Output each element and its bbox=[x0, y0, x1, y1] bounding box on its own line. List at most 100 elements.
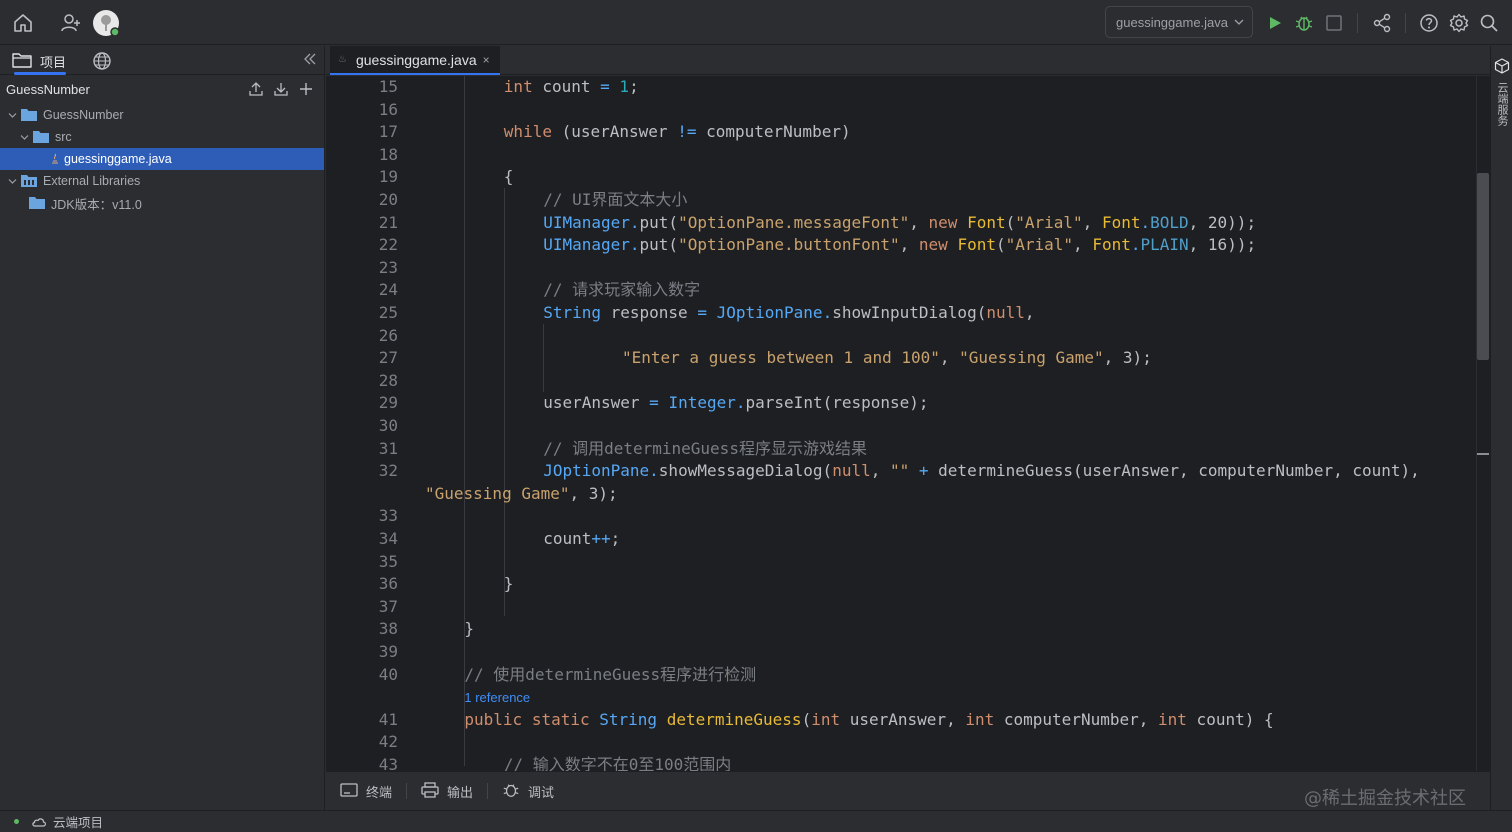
share-icon[interactable] bbox=[1368, 9, 1396, 37]
code-line: UIManager.put("OptionPane.buttonFont", n… bbox=[543, 234, 1256, 257]
scrollbar-thumb[interactable] bbox=[1477, 173, 1489, 360]
code-line: UIManager.put("OptionPane.messageFont", … bbox=[543, 212, 1256, 235]
run-icon[interactable] bbox=[1261, 9, 1289, 37]
run-config-select[interactable]: guessinggame.java bbox=[1105, 6, 1253, 38]
line-number: 35 bbox=[378, 551, 398, 571]
cloud-service-tab[interactable]: 云端服务 bbox=[1496, 82, 1510, 126]
code-token: , bbox=[899, 235, 919, 255]
code-token: new bbox=[928, 212, 958, 232]
code-editor[interactable]: 15 16 17 18 19 20 21 22 23 24 25 26 27 28 29 30 31 32 33 34… bbox=[326, 76, 1476, 771]
code-token: ++ bbox=[591, 529, 611, 548]
code-token: != bbox=[677, 122, 697, 142]
avatar[interactable] bbox=[92, 9, 120, 37]
code-token: "OptionPane.messageFont" bbox=[678, 212, 910, 232]
code-token: int bbox=[503, 77, 533, 96]
java-file-icon bbox=[50, 153, 60, 165]
debug-tab[interactable]: 调试 bbox=[502, 781, 568, 802]
line-number: 23 bbox=[378, 257, 398, 277]
code-line: public static String determineGuess(int … bbox=[464, 709, 1273, 732]
line-number: 31 bbox=[378, 438, 398, 458]
close-icon[interactable]: × bbox=[483, 53, 490, 67]
code-token: JOptionPane bbox=[543, 461, 650, 481]
folder-icon bbox=[12, 51, 32, 72]
tab-project[interactable]: 项目 bbox=[12, 50, 66, 72]
code-line: JOptionPane.showMessageDialog(null, "" +… bbox=[543, 460, 1420, 483]
code-token: // 输入数字不在0至100范围内 bbox=[503, 755, 732, 771]
help-icon[interactable] bbox=[1415, 9, 1443, 37]
code-token: int bbox=[965, 709, 995, 729]
debug-icon[interactable] bbox=[1290, 9, 1318, 37]
code-token: { bbox=[503, 167, 514, 187]
line-number: 34 bbox=[378, 529, 398, 548]
globe-icon[interactable] bbox=[92, 51, 112, 76]
code-token: , bbox=[1082, 212, 1102, 232]
code-token: Font bbox=[1101, 212, 1141, 232]
collapse-panel-icon[interactable] bbox=[302, 51, 318, 72]
divider bbox=[487, 783, 489, 799]
editor-tab-label: guessinggame.java bbox=[355, 51, 477, 68]
line-number: 33 bbox=[378, 506, 398, 526]
code-token: "" bbox=[889, 461, 910, 481]
code-area[interactable]: int count = 1; while (userAnswer != compu… bbox=[424, 76, 1476, 771]
add-icon[interactable] bbox=[298, 81, 314, 100]
code-line: { bbox=[504, 166, 514, 189]
code-token: "Arial" bbox=[1015, 212, 1083, 232]
code-token: int bbox=[811, 709, 841, 729]
project-actions bbox=[248, 81, 314, 100]
home-icon[interactable] bbox=[9, 9, 37, 37]
cloud-project-label[interactable]: 云端项目 bbox=[53, 812, 103, 831]
chevron-down-icon[interactable] bbox=[18, 133, 30, 142]
settings-icon[interactable] bbox=[1445, 9, 1473, 37]
code-line: count++; bbox=[543, 528, 620, 551]
terminal-tab[interactable]: 终端 bbox=[340, 782, 406, 801]
line-number: 32 bbox=[378, 461, 398, 481]
tree-item-src[interactable]: src bbox=[0, 126, 324, 148]
code-token: userAnswer, bbox=[840, 709, 966, 729]
add-user-icon[interactable] bbox=[57, 9, 85, 37]
tree-item-jdk[interactable]: JDK版本：v11.0 bbox=[0, 192, 324, 214]
tree-item-external-libraries[interactable]: External Libraries bbox=[0, 170, 324, 192]
code-token: // 请求玩家输入数字 bbox=[543, 280, 701, 300]
code-token: new bbox=[918, 235, 948, 255]
cube-icon[interactable] bbox=[1494, 58, 1510, 79]
code-line: "Guessing Game", 3); bbox=[425, 483, 618, 506]
code-token: ( bbox=[1005, 212, 1016, 232]
code-token: put( bbox=[639, 212, 679, 232]
line-number: 15 bbox=[378, 77, 398, 96]
code-token: , bbox=[870, 461, 890, 481]
code-token: "Enter a guess between 1 and 100" bbox=[622, 348, 940, 368]
project-header: GuessNumber bbox=[0, 75, 324, 104]
divider bbox=[406, 783, 408, 799]
download-icon[interactable] bbox=[273, 81, 289, 100]
code-token: = bbox=[697, 303, 707, 322]
line-number: 30 bbox=[378, 416, 398, 435]
code-token: UIManager bbox=[543, 235, 630, 255]
code-token: ( bbox=[801, 709, 812, 729]
code-line: // UI界面文本大小 bbox=[543, 189, 687, 212]
reference-count-link[interactable]: 1 reference bbox=[464, 689, 530, 707]
stop-icon[interactable] bbox=[1320, 9, 1348, 37]
code-token: showInputDialog( bbox=[832, 303, 987, 322]
line-number: 17 bbox=[378, 122, 398, 142]
line-number: 39 bbox=[378, 642, 398, 661]
chevron-down-icon bbox=[1234, 15, 1244, 30]
output-tab[interactable]: 输出 bbox=[421, 781, 487, 801]
status-bar: 云端项目 bbox=[0, 810, 1512, 832]
code-token: BOLD bbox=[1150, 212, 1189, 232]
chevron-down-icon[interactable] bbox=[6, 177, 18, 186]
editor-tab-guessinggame[interactable]: ♨ guessinggame.java × bbox=[330, 46, 500, 75]
code-token: JOptionPane bbox=[716, 303, 823, 322]
chevron-down-icon[interactable] bbox=[6, 111, 18, 120]
line-number: 42 bbox=[378, 732, 398, 752]
code-line: while (userAnswer != computerNumber) bbox=[504, 121, 851, 144]
terminal-icon bbox=[340, 782, 358, 801]
upload-icon[interactable] bbox=[248, 81, 264, 100]
tree-item-guessnumber[interactable]: GuessNumber bbox=[0, 104, 324, 126]
tree-item-guessinggame-java[interactable]: guessinggame.java bbox=[0, 148, 324, 170]
search-icon[interactable] bbox=[1475, 9, 1503, 37]
line-number: 41 bbox=[378, 709, 398, 729]
code-line: } bbox=[504, 573, 514, 596]
